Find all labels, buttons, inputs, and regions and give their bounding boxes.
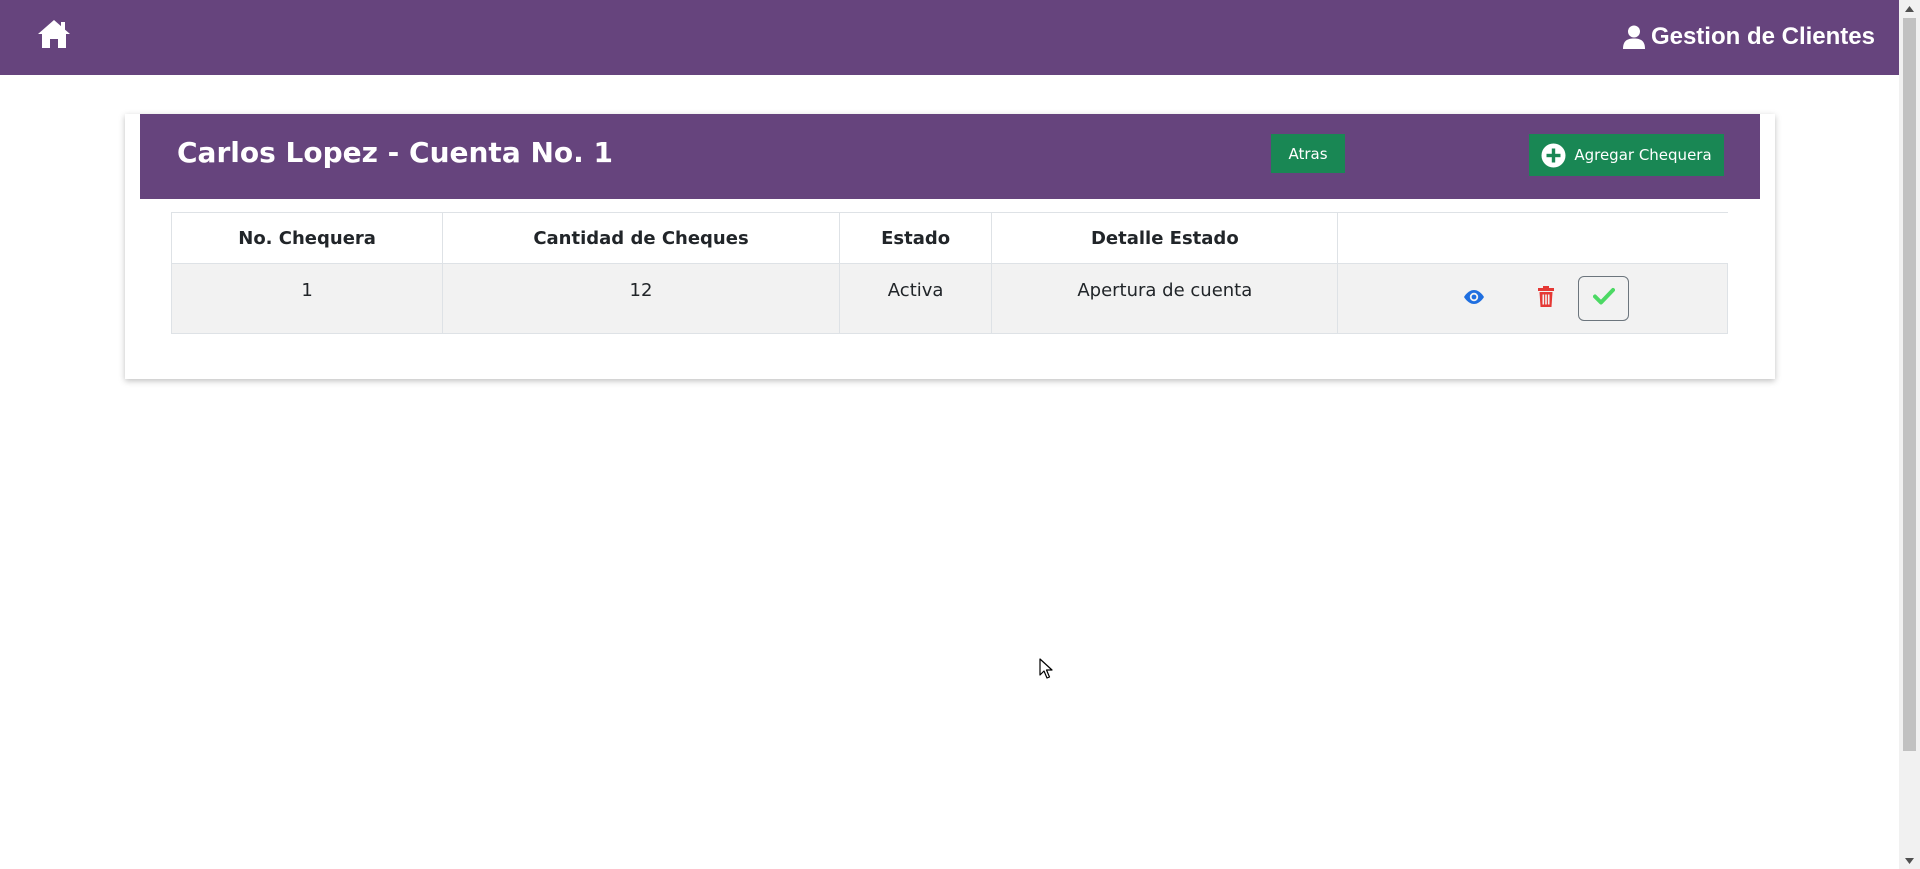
cell-numero: 1 (170, 263, 444, 334)
back-button-label: Atras (1288, 144, 1328, 163)
card-header: Carlos Lopez - Cuenta No. 1 Atras Agrega… (140, 114, 1760, 199)
back-button[interactable]: Atras (1271, 134, 1345, 173)
column-header: No. Chequera (170, 212, 444, 264)
column-header: Cantidad de Cheques (442, 212, 840, 264)
column-header: Detalle Estado (991, 212, 1339, 264)
scrollbar-thumb[interactable] (1903, 18, 1916, 751)
trash-icon[interactable] (1537, 286, 1555, 308)
eye-icon[interactable] (1462, 288, 1486, 306)
page: Gestion de Clientes Carlos Lopez - Cuent… (0, 0, 1920, 869)
plus-circle-icon (1541, 143, 1566, 168)
cell-cantidad: 12 (442, 263, 840, 334)
brand-label: Gestion de Clientes (1650, 23, 1875, 50)
cell-detalle: Apertura de cuenta (991, 263, 1339, 334)
vertical-scrollbar[interactable] (1899, 0, 1920, 869)
top-navbar: Gestion de Clientes (0, 0, 1899, 75)
row-actions (1338, 264, 1727, 333)
column-header: Estado (838, 212, 993, 264)
scroll-down-arrow-icon[interactable] (1899, 852, 1920, 869)
check-icon (1592, 287, 1615, 310)
user-icon (1622, 25, 1645, 49)
add-checkbook-label: Agregar Chequera (1574, 146, 1712, 164)
column-header (1337, 212, 1728, 264)
table-header-row: No. Chequera Cantidad de Cheques Estado … (170, 212, 1728, 264)
add-checkbook-button[interactable]: Agregar Chequera (1529, 134, 1724, 176)
confirm-button[interactable] (1578, 276, 1630, 321)
table-row: 1 12 Activa Apertura de cuenta (170, 263, 1728, 334)
cell-estado: Activa (838, 263, 993, 334)
home-icon[interactable] (36, 17, 72, 51)
client-management-link[interactable]: Gestion de Clientes (1622, 22, 1875, 52)
checkbook-card: Carlos Lopez - Cuenta No. 1 Atras Agrega… (125, 114, 1775, 379)
page-title: Carlos Lopez - Cuenta No. 1 (177, 136, 613, 169)
checkbook-table: No. Chequera Cantidad de Cheques Estado … (170, 212, 1728, 334)
mouse-cursor-icon (1039, 658, 1053, 680)
cell-actions (1337, 263, 1728, 334)
scroll-up-arrow-icon[interactable] (1899, 0, 1920, 17)
